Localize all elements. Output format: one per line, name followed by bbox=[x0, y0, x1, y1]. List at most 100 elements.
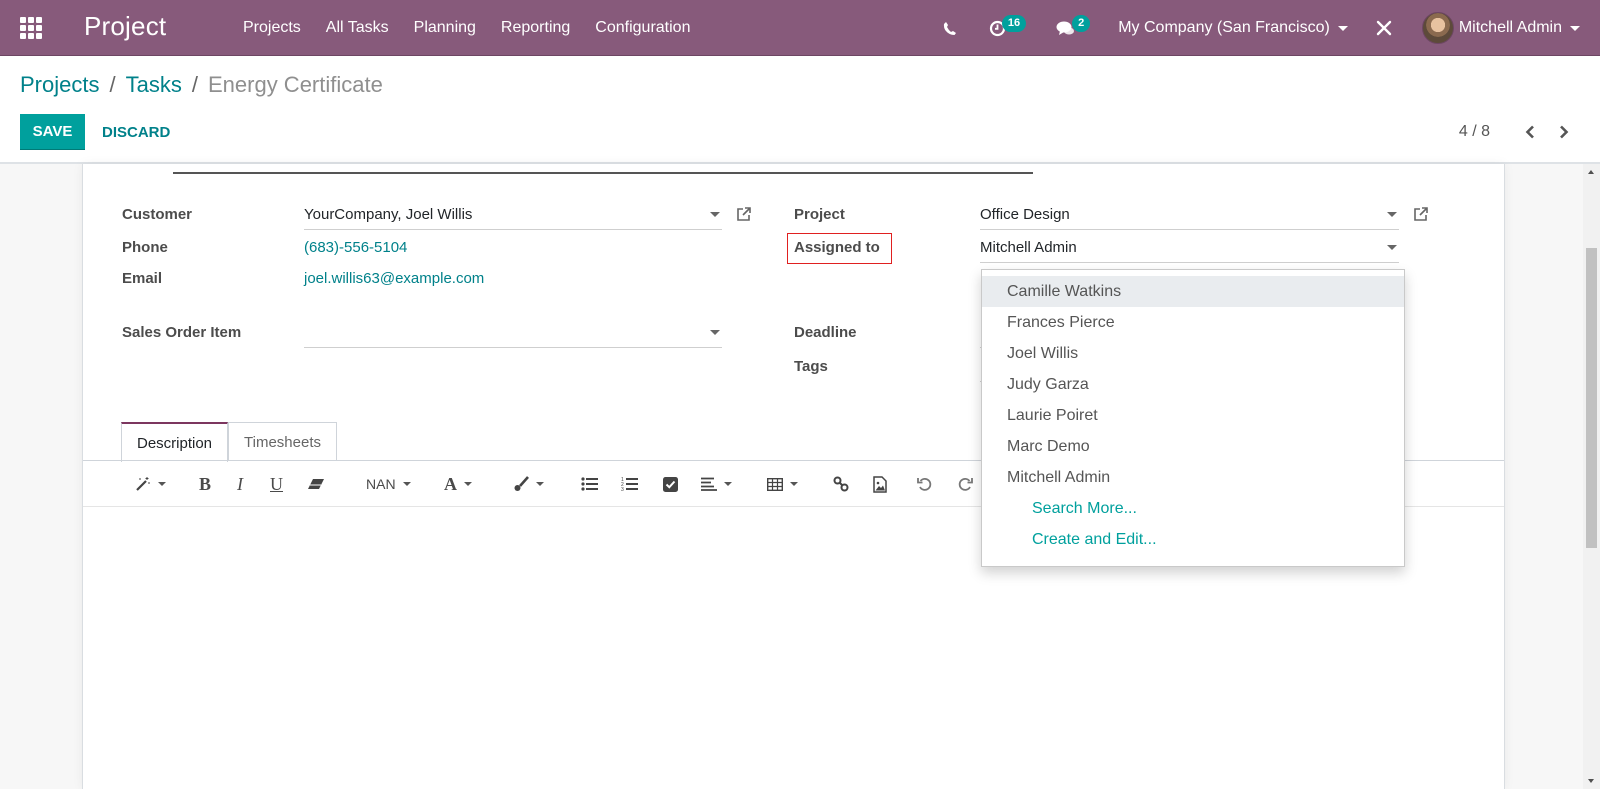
tab-description[interactable]: Description bbox=[121, 422, 229, 462]
customer-value: YourCompany, Joel Willis bbox=[304, 206, 473, 223]
ordered-list-icon: 123 bbox=[621, 477, 638, 492]
tags-label: Tags bbox=[794, 358, 828, 375]
assigned-to-label: Assigned to bbox=[794, 239, 880, 256]
checkbox-icon bbox=[663, 476, 678, 492]
dropdown-option[interactable]: Joel Willis bbox=[982, 338, 1404, 369]
create-and-edit-link[interactable]: Create and Edit... bbox=[982, 524, 1404, 555]
dropdown-option[interactable]: Camille Watkins bbox=[982, 276, 1404, 307]
sales-order-item-label: Sales Order Item bbox=[122, 324, 242, 341]
caret-down-icon[interactable] bbox=[710, 330, 720, 335]
dropdown-option[interactable]: Judy Garza bbox=[982, 369, 1404, 400]
menu-all-tasks[interactable]: All Tasks bbox=[326, 19, 389, 37]
breadcrumb-tasks[interactable]: Tasks bbox=[126, 72, 182, 98]
scrollbar-thumb[interactable] bbox=[1586, 248, 1597, 548]
caret-down-icon[interactable] bbox=[1387, 212, 1397, 217]
caret-down-icon[interactable] bbox=[710, 212, 720, 217]
table-dropdown[interactable] bbox=[767, 473, 798, 495]
italic-button[interactable]: I bbox=[237, 473, 243, 495]
main-menu: Projects All Tasks Planning Reporting Co… bbox=[243, 0, 715, 56]
insert-media-button[interactable] bbox=[873, 473, 887, 495]
systray: 16 2 My Company (San Francisco) Mitchell… bbox=[943, 0, 1600, 56]
debug-tools-button[interactable] bbox=[1376, 20, 1392, 36]
project-field[interactable]: Office Design bbox=[980, 200, 1399, 230]
unordered-list-icon bbox=[581, 477, 598, 491]
company-name: My Company (San Francisco) bbox=[1118, 19, 1330, 36]
underline-button[interactable]: U bbox=[270, 473, 283, 495]
paint-brush-icon bbox=[514, 476, 529, 491]
chevron-down-icon bbox=[1570, 25, 1580, 31]
customer-field[interactable]: YourCompany, Joel Willis bbox=[304, 200, 722, 230]
numbered-list-button[interactable]: 123 bbox=[621, 473, 638, 495]
breadcrumb-projects[interactable]: Projects bbox=[20, 72, 99, 98]
top-navbar: Project Projects All Tasks Planning Repo… bbox=[0, 0, 1600, 56]
assigned-to-autocomplete-dropdown: Camille Watkins Frances Pierce Joel Will… bbox=[981, 269, 1405, 567]
chevron-left-icon bbox=[1525, 125, 1534, 139]
breadcrumb-separator: / bbox=[191, 72, 198, 97]
external-link-icon[interactable] bbox=[735, 206, 752, 223]
menu-projects[interactable]: Projects bbox=[243, 19, 301, 37]
activities-button[interactable]: 16 bbox=[989, 14, 1027, 37]
checklist-button[interactable] bbox=[663, 473, 678, 495]
chevron-right-icon bbox=[1560, 125, 1569, 139]
phone-button[interactable] bbox=[943, 21, 957, 36]
paragraph-align-dropdown[interactable] bbox=[701, 473, 732, 495]
company-switcher[interactable]: My Company (San Francisco) bbox=[1118, 19, 1348, 37]
breadcrumb: Projects / Tasks / Energy Certificate bbox=[20, 72, 383, 98]
dropdown-option[interactable]: Mitchell Admin bbox=[982, 462, 1404, 493]
redo-icon bbox=[958, 478, 973, 491]
caret-down-icon[interactable] bbox=[1387, 245, 1397, 250]
tab-timesheets[interactable]: Timesheets bbox=[228, 422, 338, 461]
assigned-to-field[interactable]: Mitchell Admin bbox=[980, 233, 1399, 263]
style-dropdown[interactable] bbox=[135, 473, 166, 495]
background-color-dropdown[interactable] bbox=[513, 473, 544, 495]
discard-button[interactable]: DISCARD bbox=[92, 114, 180, 150]
menu-planning[interactable]: Planning bbox=[414, 19, 476, 37]
email-value[interactable]: joel.willis63@example.com bbox=[304, 270, 484, 287]
eraser-icon bbox=[308, 479, 324, 489]
user-name: Mitchell Admin bbox=[1458, 19, 1562, 36]
deadline-label: Deadline bbox=[794, 324, 857, 341]
customer-label: Customer bbox=[122, 206, 193, 223]
insert-link-button[interactable] bbox=[833, 473, 849, 495]
phone-icon bbox=[943, 21, 956, 35]
search-more-link[interactable]: Search More... bbox=[982, 493, 1404, 524]
apps-menu-icon[interactable] bbox=[20, 17, 42, 39]
bold-button[interactable]: B bbox=[199, 473, 211, 495]
bullet-list-button[interactable] bbox=[581, 473, 598, 495]
external-link-icon[interactable] bbox=[1412, 206, 1429, 223]
phone-value[interactable]: (683)-556-5104 bbox=[304, 239, 407, 256]
table-icon bbox=[767, 477, 783, 491]
email-label: Email bbox=[122, 270, 163, 287]
dropdown-option[interactable]: Laurie Poiret bbox=[982, 400, 1404, 431]
task-title-field-underline[interactable] bbox=[173, 172, 1033, 174]
project-label: Project bbox=[794, 206, 845, 223]
save-button[interactable]: SAVE bbox=[20, 114, 85, 150]
undo-button[interactable] bbox=[917, 473, 933, 495]
app-name[interactable]: Project bbox=[84, 11, 166, 42]
menu-configuration[interactable]: Configuration bbox=[595, 19, 690, 37]
font-size-value: NAN bbox=[366, 476, 396, 492]
pager-previous-button[interactable] bbox=[1524, 118, 1536, 146]
font-color-dropdown[interactable]: A bbox=[444, 473, 472, 495]
redo-button[interactable] bbox=[957, 473, 973, 495]
dropdown-option[interactable]: Frances Pierce bbox=[982, 307, 1404, 338]
remove-format-button[interactable] bbox=[307, 473, 325, 495]
sales-order-item-field[interactable] bbox=[304, 318, 722, 348]
chevron-down-icon bbox=[1337, 25, 1348, 31]
dropdown-option[interactable]: Marc Demo bbox=[982, 431, 1404, 462]
scroll-down-arrow-icon[interactable] bbox=[1588, 779, 1594, 783]
page-scrollbar[interactable] bbox=[1583, 164, 1600, 789]
breadcrumb-separator: / bbox=[109, 72, 116, 97]
user-menu[interactable]: Mitchell Admin bbox=[1421, 12, 1580, 44]
pager-next-button[interactable] bbox=[1558, 118, 1570, 146]
undo-icon bbox=[917, 478, 932, 491]
activities-count-badge: 16 bbox=[1001, 14, 1027, 32]
messages-button[interactable]: 2 bbox=[1056, 14, 1091, 37]
user-avatar bbox=[1421, 12, 1454, 44]
breadcrumb-current: Energy Certificate bbox=[207, 72, 383, 97]
scroll-up-arrow-icon[interactable] bbox=[1588, 170, 1594, 174]
messages-count-badge: 2 bbox=[1072, 14, 1091, 32]
menu-reporting[interactable]: Reporting bbox=[501, 19, 570, 37]
pager-value[interactable]: 4 / 8 bbox=[1459, 123, 1490, 141]
font-size-dropdown[interactable]: NAN bbox=[366, 473, 411, 495]
